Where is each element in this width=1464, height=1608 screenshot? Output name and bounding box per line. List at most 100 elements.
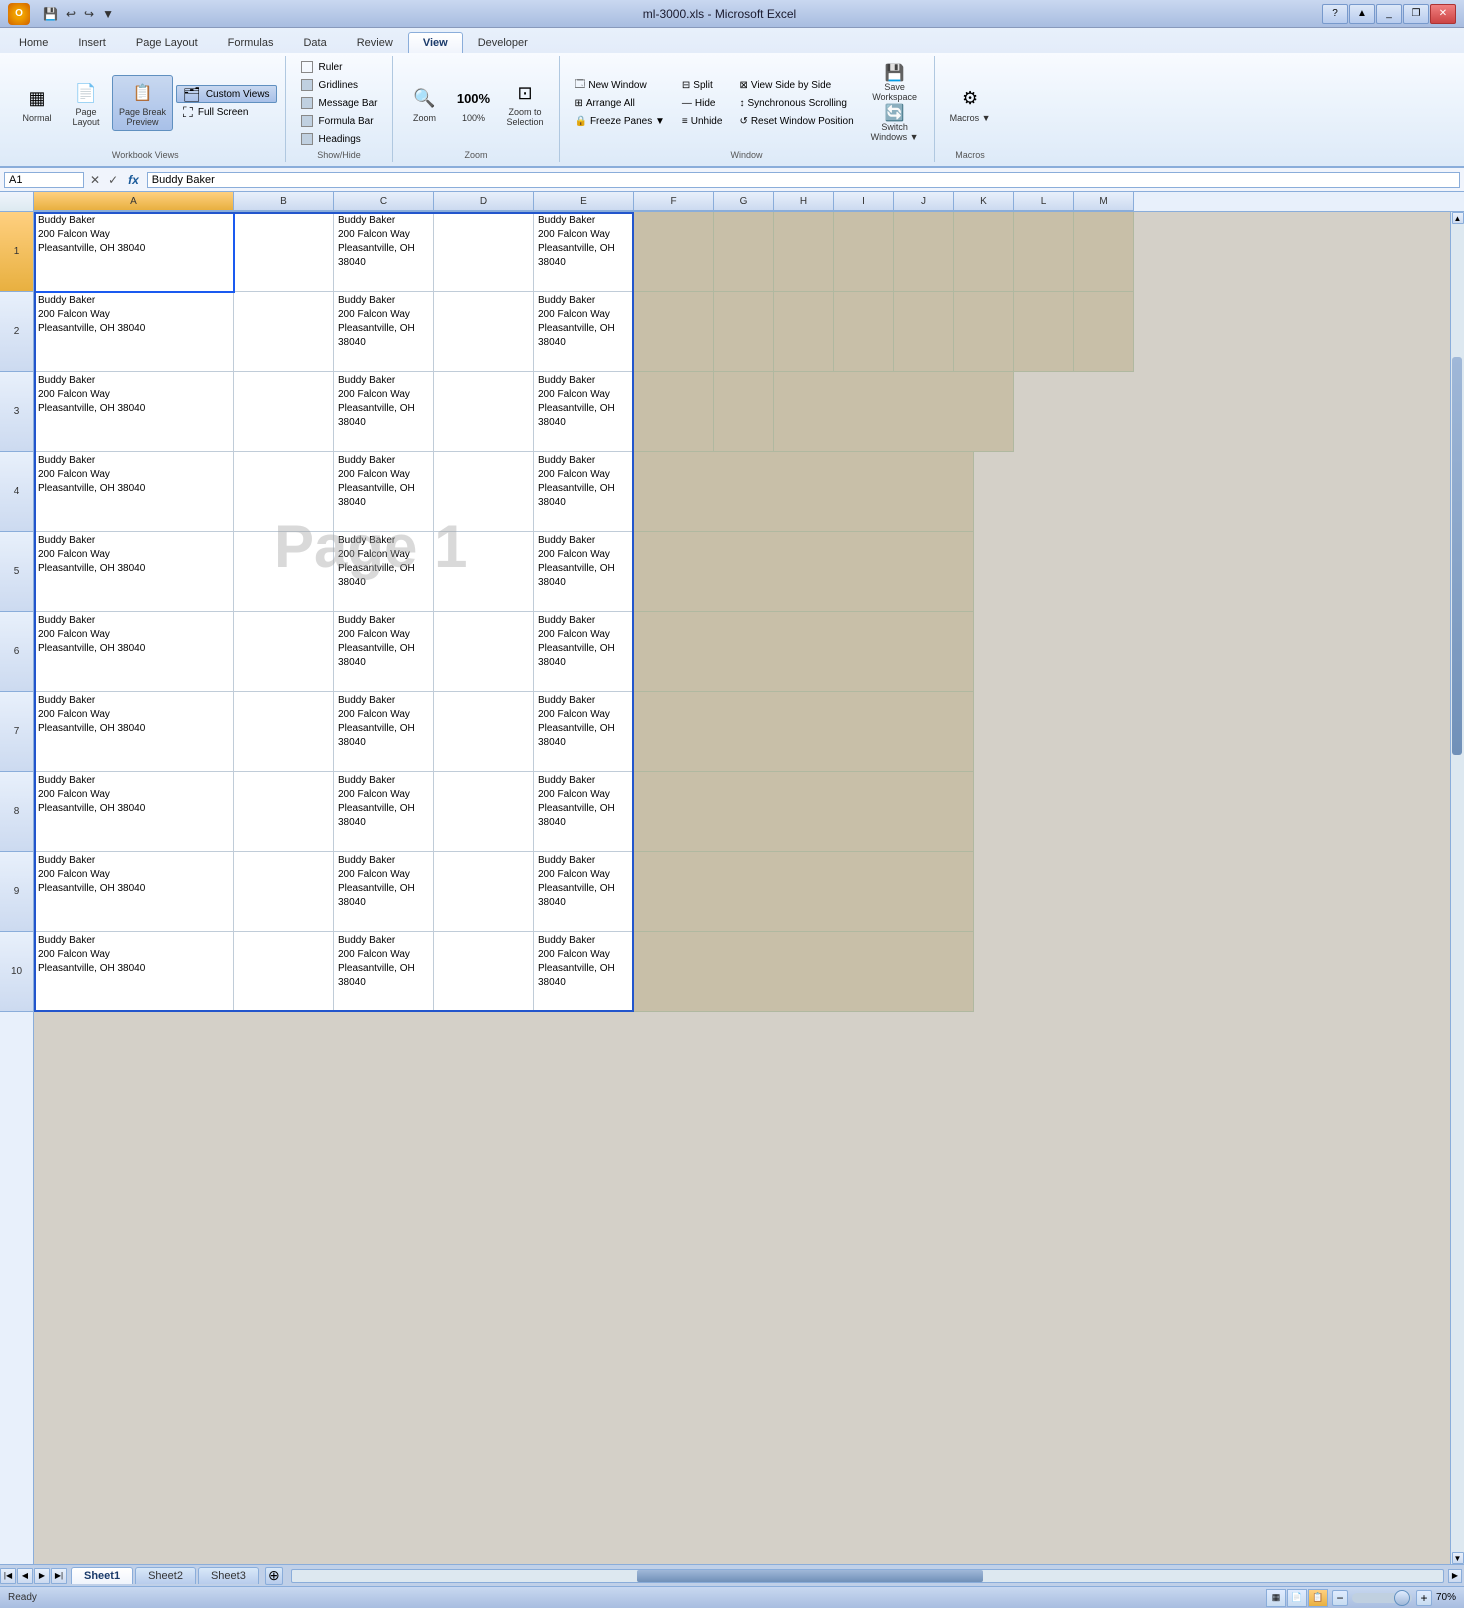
cell-rest3[interactable] [774, 372, 1014, 452]
sync-scroll-button[interactable]: ↕ Synchronous Scrolling [732, 94, 860, 112]
tab-formulas[interactable]: Formulas [213, 32, 289, 53]
row-header-3[interactable]: 3 [0, 372, 33, 452]
cell-d8[interactable] [434, 772, 534, 852]
vertical-scrollbar[interactable]: ▲ ▼ [1450, 212, 1464, 1564]
formula-input[interactable] [147, 172, 1460, 188]
cell-a8[interactable]: Buddy Baker200 Falcon WayPleasantville, … [34, 772, 234, 852]
sheet-tab-sheet1[interactable]: Sheet1 [71, 1567, 133, 1584]
cell-g2[interactable] [714, 292, 774, 372]
cell-l1[interactable] [1014, 212, 1074, 292]
cell-c4[interactable]: Buddy Baker200 Falcon WayPleasantville, … [334, 452, 434, 532]
col-header-i[interactable]: I [834, 192, 894, 211]
col-header-f[interactable]: F [634, 192, 714, 211]
cell-a10[interactable]: Buddy Baker200 Falcon WayPleasantville, … [34, 932, 234, 1012]
zoom-button[interactable]: 🔍 Zoom [401, 75, 447, 131]
cell-b8[interactable] [234, 772, 334, 852]
col-header-a[interactable]: A [34, 192, 234, 211]
tab-view[interactable]: View [408, 32, 463, 53]
cell-j2[interactable] [894, 292, 954, 372]
cell-c3[interactable]: Buddy Baker200 Falcon WayPleasantville, … [334, 372, 434, 452]
cell-d5[interactable] [434, 532, 534, 612]
tab-page-layout[interactable]: Page Layout [121, 32, 213, 53]
new-sheet-btn[interactable]: ⊕ [265, 1567, 283, 1585]
split-button[interactable]: ⊟ Split [675, 76, 730, 94]
cell-l2[interactable] [1014, 292, 1074, 372]
cell-a2[interactable]: Buddy Baker200 Falcon WayPleasantville, … [34, 292, 234, 372]
cell-e2[interactable]: Buddy Baker200 Falcon WayPleasantville, … [534, 292, 634, 372]
col-header-b[interactable]: B [234, 192, 334, 211]
restore-btn[interactable]: ❐ [1403, 4, 1429, 24]
page-layout-view-button[interactable]: 📄 PageLayout [63, 75, 109, 131]
cell-h1[interactable] [774, 212, 834, 292]
cell-k1[interactable] [954, 212, 1014, 292]
cell-e3[interactable]: Buddy Baker200 Falcon WayPleasantville, … [534, 372, 634, 452]
cell-b10[interactable] [234, 932, 334, 1012]
row-header-5[interactable]: 5 [0, 532, 33, 612]
full-screen-button[interactable]: ⛶ Full Screen [176, 103, 277, 121]
office-logo-icon[interactable]: O [8, 3, 30, 25]
cell-a7[interactable]: Buddy Baker200 Falcon WayPleasantville, … [34, 692, 234, 772]
h-scrollbar[interactable] [291, 1569, 1444, 1583]
name-box[interactable] [4, 172, 84, 188]
unhide-button[interactable]: ≡ Unhide [675, 112, 730, 130]
cell-c10[interactable]: Buddy Baker200 Falcon WayPleasantville, … [334, 932, 434, 1012]
cell-rest10[interactable] [634, 932, 974, 1012]
page-break-preview-button[interactable]: 📋 Page BreakPreview [112, 75, 173, 131]
v-scroll-thumb[interactable] [1452, 357, 1462, 755]
cell-g1[interactable] [714, 212, 774, 292]
redo-quick-btn[interactable]: ↪ [81, 6, 97, 22]
cell-e1[interactable]: Buddy Baker200 Falcon WayPleasantville, … [534, 212, 634, 292]
macros-button[interactable]: ⚙ Macros ▼ [943, 75, 998, 131]
cell-c8[interactable]: Buddy Baker200 Falcon WayPleasantville, … [334, 772, 434, 852]
cell-rest9[interactable] [634, 852, 974, 932]
normal-view-status-btn[interactable]: ▦ [1266, 1589, 1286, 1607]
cell-e7[interactable]: Buddy Baker200 Falcon WayPleasantville, … [534, 692, 634, 772]
row-header-4[interactable]: 4 [0, 452, 33, 532]
col-header-g[interactable]: G [714, 192, 774, 211]
tab-data[interactable]: Data [288, 32, 341, 53]
sheet-tab-sheet2[interactable]: Sheet2 [135, 1567, 196, 1584]
scroll-down-btn[interactable]: ▼ [1452, 1552, 1464, 1564]
cell-c6[interactable]: Buddy Baker200 Falcon WayPleasantville, … [334, 612, 434, 692]
cell-j1[interactable] [894, 212, 954, 292]
cell-c9[interactable]: Buddy Baker200 Falcon WayPleasantville, … [334, 852, 434, 932]
cell-b6[interactable] [234, 612, 334, 692]
page-layout-status-btn[interactable]: 📄 [1287, 1589, 1307, 1607]
page-break-status-btn[interactable]: 📋 [1308, 1589, 1328, 1607]
headings-checkbox[interactable]: Headings [294, 130, 385, 148]
cell-d10[interactable] [434, 932, 534, 1012]
formula-bar-checkbox[interactable]: Formula Bar [294, 112, 385, 130]
zoom-selection-button[interactable]: ⊡ Zoom toSelection [499, 75, 550, 131]
undo-quick-btn[interactable]: ↩ [63, 6, 79, 22]
cell-h2[interactable] [774, 292, 834, 372]
col-header-j[interactable]: J [894, 192, 954, 211]
tab-insert[interactable]: Insert [63, 32, 121, 53]
cell-d7[interactable] [434, 692, 534, 772]
sheet-tab-sheet3[interactable]: Sheet3 [198, 1567, 259, 1584]
row-header-2[interactable]: 2 [0, 292, 33, 372]
ruler-checkbox[interactable]: Ruler [294, 58, 385, 76]
cell-c2[interactable]: Buddy Baker200 Falcon WayPleasantville, … [334, 292, 434, 372]
cell-rest5[interactable] [634, 532, 974, 612]
zoom-in-btn[interactable]: + [1416, 1590, 1432, 1606]
cell-b9[interactable] [234, 852, 334, 932]
custom-views-button[interactable]: 🗂 Custom Views [176, 85, 277, 103]
close-btn[interactable]: ✕ [1430, 4, 1456, 24]
cell-a5[interactable]: Buddy Baker200 Falcon WayPleasantville, … [34, 532, 234, 612]
tab-first-btn[interactable]: |◀ [0, 1568, 16, 1584]
hide-button[interactable]: — Hide [675, 94, 730, 112]
cell-rest4[interactable] [634, 452, 974, 532]
cancel-formula-btn[interactable]: ✕ [88, 173, 102, 187]
cell-d2[interactable] [434, 292, 534, 372]
cell-f2[interactable] [634, 292, 714, 372]
cell-rest6[interactable] [634, 612, 974, 692]
cell-a3[interactable]: Buddy Baker200 Falcon WayPleasantville, … [34, 372, 234, 452]
tab-developer[interactable]: Developer [463, 32, 543, 53]
col-header-k[interactable]: K [954, 192, 1014, 211]
cell-e5[interactable]: Buddy Baker200 Falcon WayPleasantville, … [534, 532, 634, 612]
h-scroll-right-btn[interactable]: ▶ [1448, 1569, 1462, 1583]
cell-f1[interactable] [634, 212, 714, 292]
ribbon-minimize-btn[interactable]: ▲ [1349, 4, 1375, 24]
view-side-by-side-button[interactable]: ⊠ View Side by Side [732, 76, 860, 94]
cell-i2[interactable] [834, 292, 894, 372]
